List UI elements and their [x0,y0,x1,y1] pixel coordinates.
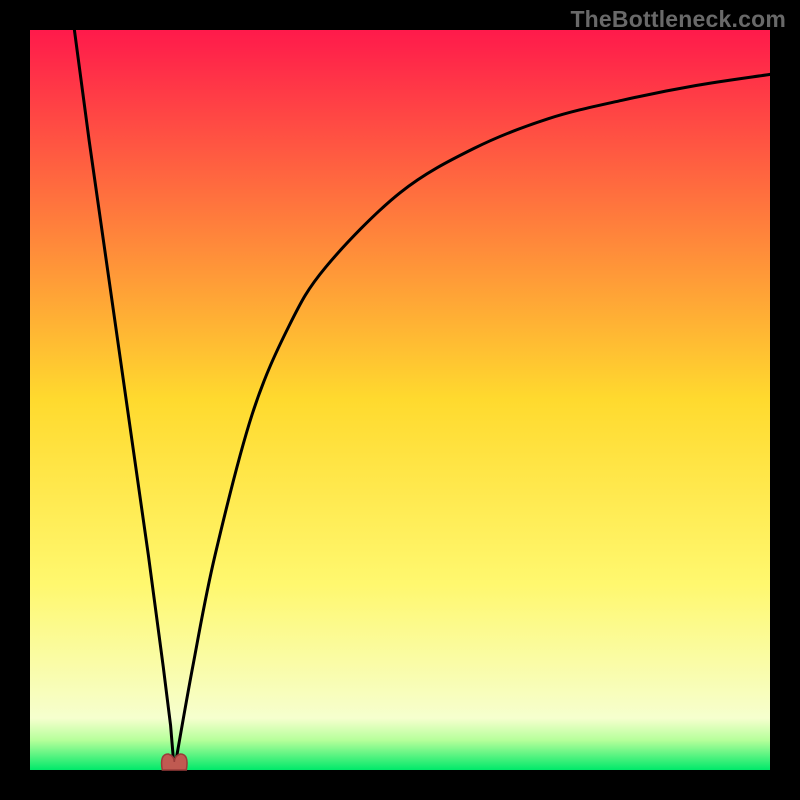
plot-background [30,30,770,770]
chart-svg [0,0,800,800]
chart-container: TheBottleneck.com [0,0,800,800]
